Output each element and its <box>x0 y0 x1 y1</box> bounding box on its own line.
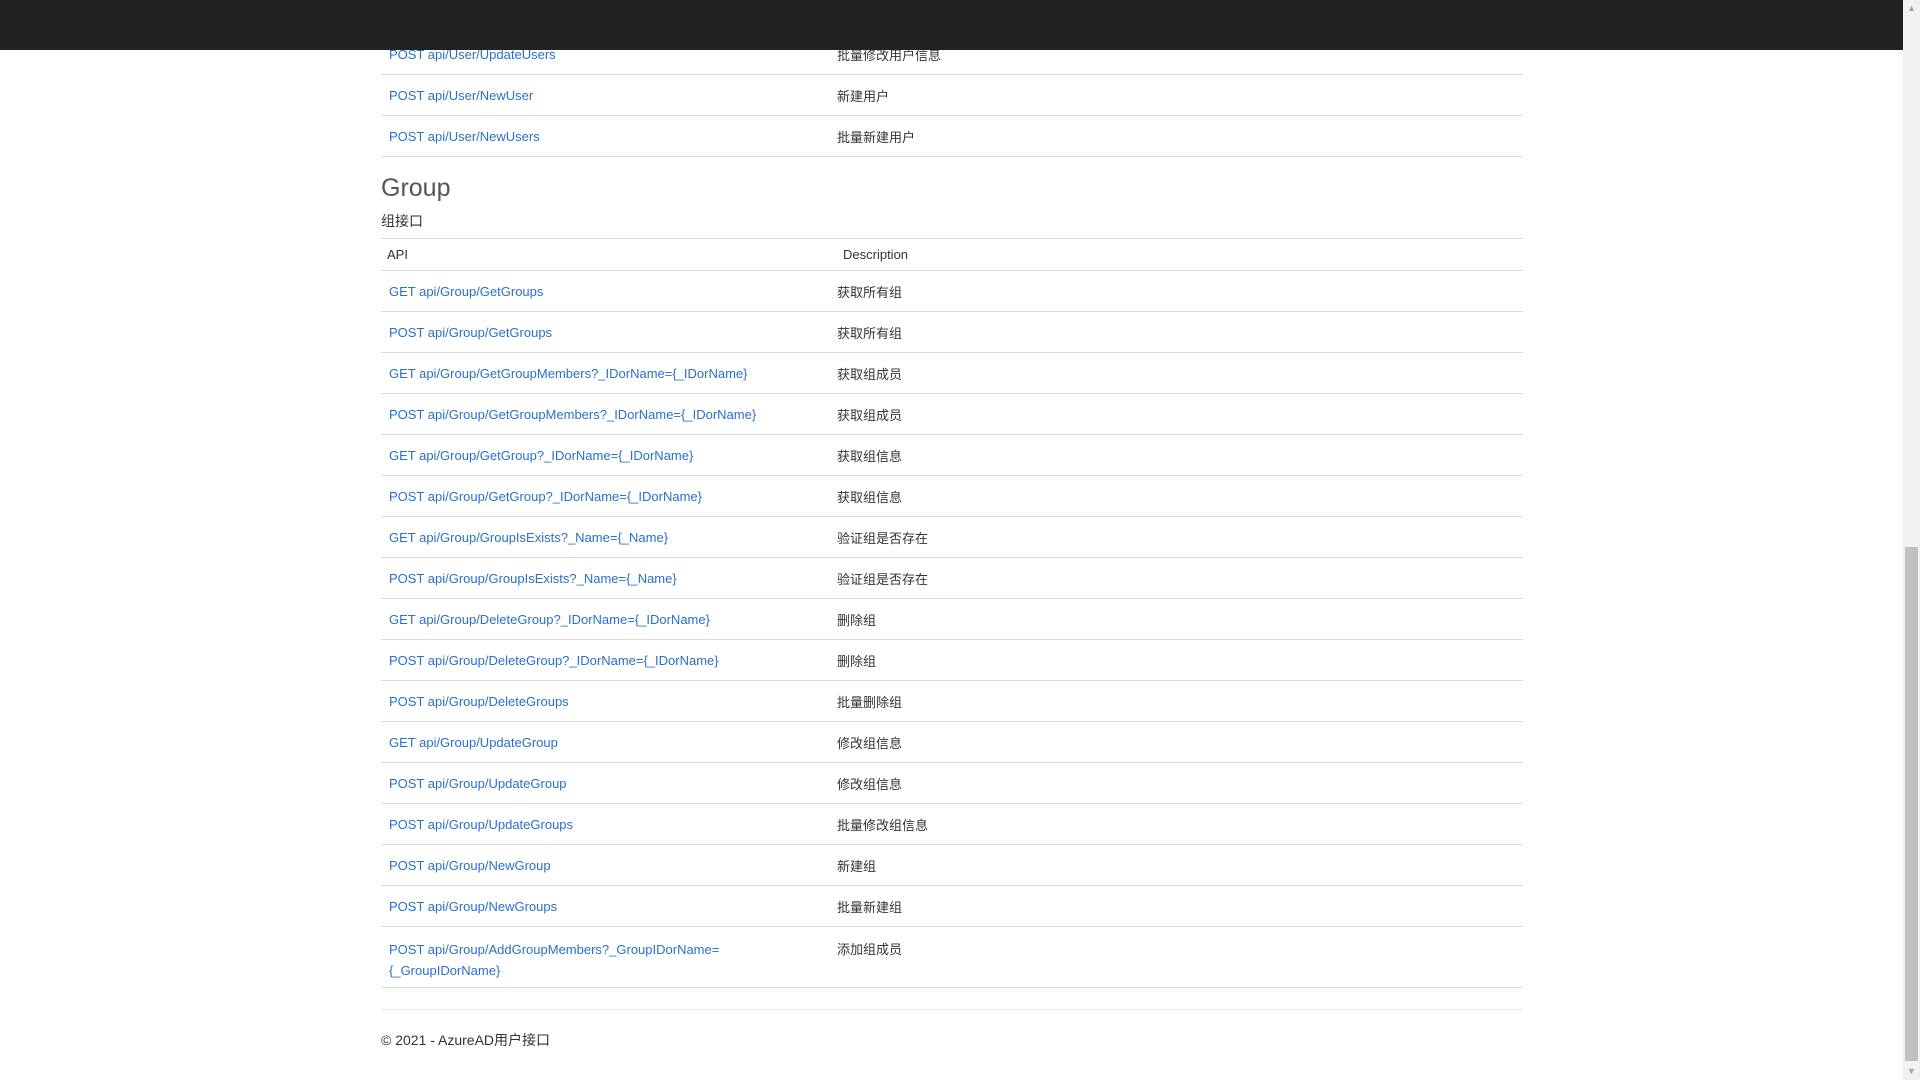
api-description: 批量修改组信息 <box>837 817 929 833</box>
api-description: 批量删除组 <box>837 694 903 710</box>
api-description: 获取所有组 <box>837 325 903 341</box>
page-footer: © 2021 - AzureAD用户接口 <box>381 1009 1523 1050</box>
api-description: 获取组信息 <box>837 489 903 505</box>
api-link[interactable]: POST api/Group/GetGroups <box>389 325 552 340</box>
api-link[interactable]: POST api/Group/NewGroup <box>389 858 551 873</box>
table-row: POST api/Group/GroupIsExists?_Name={_Nam… <box>381 558 1523 599</box>
table-row: POST api/Group/GetGroup?_IDorName={_IDor… <box>381 476 1523 517</box>
scrollbar-thumb[interactable] <box>1905 547 1918 1061</box>
api-description: 批量新建用户 <box>837 129 916 145</box>
api-description: 批量新建组 <box>837 899 903 915</box>
api-description: 验证组是否存在 <box>837 571 929 587</box>
api-link[interactable]: POST api/User/NewUser <box>389 88 533 103</box>
api-link[interactable]: GET api/Group/GetGroups <box>389 284 543 299</box>
scroll-up-arrow-icon[interactable]: ▲ <box>1903 0 1920 17</box>
table-row: GET api/Group/GetGroup?_IDorName={_IDorN… <box>381 435 1523 476</box>
api-link[interactable]: POST api/Group/GroupIsExists?_Name={_Nam… <box>389 571 677 586</box>
api-description: 获取所有组 <box>837 284 903 300</box>
navbar <box>0 0 1903 50</box>
api-description: 获取组成员 <box>837 366 903 382</box>
user-api-table: POST api/User/UpdateUsers 批量修改用户信息 POST … <box>381 34 1523 157</box>
table-row: GET api/Group/GroupIsExists?_Name={_Name… <box>381 517 1523 558</box>
table-row: POST api/Group/UpdateGroups 批量修改组信息 <box>381 804 1523 845</box>
api-link[interactable]: POST api/Group/UpdateGroup <box>389 776 567 791</box>
table-row: POST api/Group/UpdateGroup 修改组信息 <box>381 763 1523 804</box>
table-header: API Description <box>381 238 1523 271</box>
api-description: 验证组是否存在 <box>837 530 929 546</box>
api-description: 新建用户 <box>837 88 890 104</box>
api-link[interactable]: GET api/Group/GetGroup?_IDorName={_IDorN… <box>389 448 693 463</box>
api-link[interactable]: POST api/Group/GetGroupMembers?_IDorName… <box>389 407 756 422</box>
table-row: POST api/User/NewUsers 批量新建用户 <box>381 116 1523 157</box>
api-link[interactable]: POST api/Group/DeleteGroups <box>389 694 569 709</box>
api-description: 删除组 <box>837 612 877 628</box>
page-viewport: POST api/User/UpdateUsers 批量修改用户信息 POST … <box>0 0 1903 1080</box>
group-section-header: Group 组接口 <box>381 170 1523 230</box>
api-link[interactable]: GET api/Group/GroupIsExists?_Name={_Name… <box>389 530 668 545</box>
table-row: GET api/Group/UpdateGroup 修改组信息 <box>381 722 1523 763</box>
section-title: Group <box>381 174 451 202</box>
api-link[interactable]: GET api/Group/GetGroupMembers?_IDorName=… <box>389 366 748 381</box>
section-subtitle: 组接口 <box>381 213 423 229</box>
column-header-api: API <box>387 247 408 262</box>
api-link[interactable]: POST api/Group/UpdateGroups <box>389 817 573 832</box>
api-link[interactable]: GET api/Group/UpdateGroup <box>389 735 558 750</box>
table-row: POST api/Group/AddGroupMembers?_GroupIDo… <box>381 927 1523 988</box>
api-link[interactable]: POST api/User/NewUsers <box>389 129 540 144</box>
group-api-table: API Description GET api/Group/GetGroups 获… <box>381 238 1523 988</box>
copyright-text: © 2021 - AzureAD用户接口 <box>381 1032 551 1048</box>
table-row: GET api/Group/GetGroupMembers?_IDorName=… <box>381 353 1523 394</box>
table-row: POST api/User/NewUser 新建用户 <box>381 75 1523 116</box>
api-link[interactable]: GET api/Group/DeleteGroup?_IDorName={_ID… <box>389 612 710 627</box>
table-row: GET api/Group/GetGroups 获取所有组 <box>381 271 1523 312</box>
api-description: 添加组成员 <box>837 942 903 957</box>
vertical-scrollbar[interactable]: ▲ ▼ <box>1903 0 1920 1080</box>
table-row: POST api/Group/GetGroups 获取所有组 <box>381 312 1523 353</box>
api-description: 修改组信息 <box>837 776 903 792</box>
api-description: 获取组成员 <box>837 407 903 423</box>
api-description: 新建组 <box>837 858 877 874</box>
column-header-description: Description <box>843 247 909 262</box>
scroll-down-arrow-icon[interactable]: ▼ <box>1903 1063 1920 1080</box>
api-link[interactable]: POST api/Group/NewGroups <box>389 899 557 914</box>
table-row: POST api/Group/DeleteGroup?_IDorName={_I… <box>381 640 1523 681</box>
table-row: POST api/Group/NewGroups 批量新建组 <box>381 886 1523 927</box>
api-link-line: {_GroupIDorName} <box>389 963 501 978</box>
api-link-line: POST api/Group/AddGroupMembers?_GroupIDo… <box>389 942 720 957</box>
table-row: POST api/Group/GetGroupMembers?_IDorName… <box>381 394 1523 435</box>
api-description: 删除组 <box>837 653 877 669</box>
api-link[interactable]: POST api/Group/GetGroup?_IDorName={_IDor… <box>389 489 702 504</box>
api-description: 修改组信息 <box>837 735 903 751</box>
api-link[interactable]: POST api/Group/AddGroupMembers?_GroupIDo… <box>389 942 719 978</box>
table-row: POST api/Group/NewGroup 新建组 <box>381 845 1523 886</box>
table-row: POST api/Group/DeleteGroups 批量删除组 <box>381 681 1523 722</box>
table-row: GET api/Group/DeleteGroup?_IDorName={_ID… <box>381 599 1523 640</box>
api-link[interactable]: POST api/Group/DeleteGroup?_IDorName={_I… <box>389 653 719 668</box>
api-description: 获取组信息 <box>837 448 903 464</box>
